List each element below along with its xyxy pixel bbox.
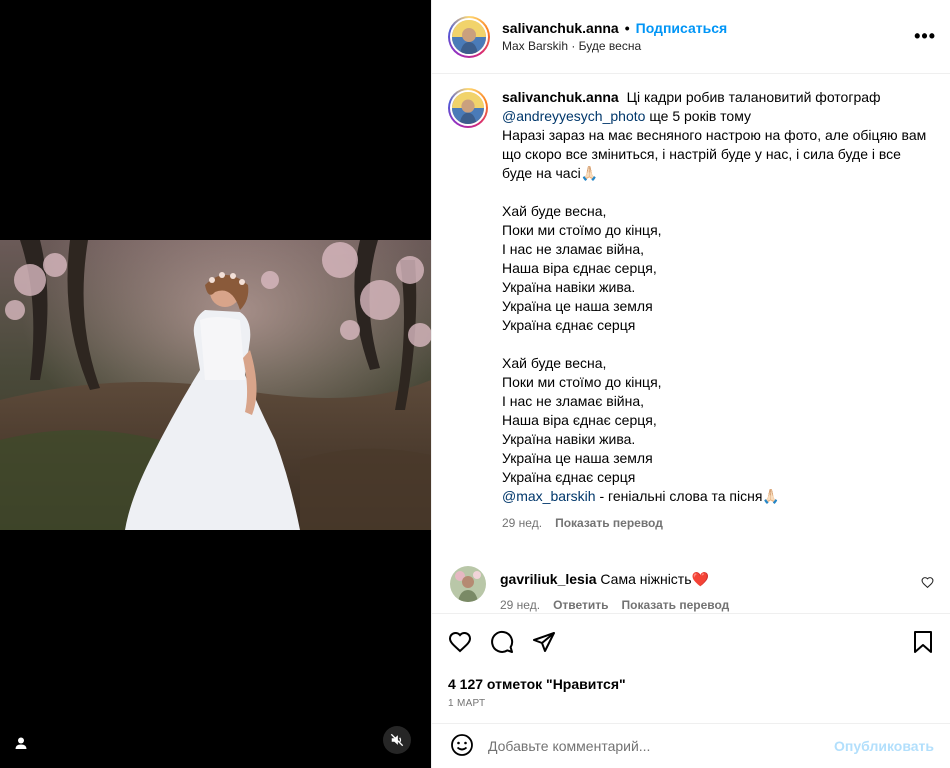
caption-paragraph: Наразі зараз на має весняного настрою на…	[502, 127, 927, 181]
more-options-button[interactable]: •••	[914, 26, 936, 47]
action-bar	[448, 626, 934, 660]
verse-line: Україна це наша земля	[502, 298, 653, 314]
caption-meta: 29 нед. Показать перевод	[502, 516, 930, 530]
verse-line: Україна єднає серця	[502, 317, 636, 333]
show-translation-button[interactable]: Показать перевод	[555, 516, 663, 530]
comment-button[interactable]	[490, 630, 514, 657]
author-avatar[interactable]	[448, 15, 490, 58]
commenter-username[interactable]: gavriliuk_lesia	[500, 571, 597, 587]
user-icon	[15, 737, 27, 749]
caption-intro: Ці кадри робив талановитий фотограф	[626, 89, 881, 105]
avatar-image	[452, 19, 486, 54]
comment-age[interactable]: 29 нед.	[500, 598, 540, 612]
verse-line: Хай буде весна,	[502, 203, 607, 219]
media-pane	[0, 0, 431, 768]
verse-line: Поки ми стоїмо до кінця,	[502, 222, 662, 238]
publish-button[interactable]: Опубликовать	[834, 738, 934, 754]
like-comment-button[interactable]	[921, 576, 934, 592]
caption-age[interactable]: 29 нед.	[502, 516, 542, 530]
wedding-photo-image	[0, 240, 431, 530]
avatar-image	[450, 566, 486, 602]
caption-username[interactable]: salivanchuk.anna	[502, 89, 619, 105]
verse-line: Україна навіки жива.	[502, 431, 636, 447]
save-button[interactable]	[912, 630, 934, 657]
likes-count[interactable]: 4 127 отметок "Нравится"	[448, 676, 934, 692]
post-details-panel: salivanchuk.anna • Подписаться Max Barsk…	[431, 0, 950, 768]
post-photo[interactable]	[0, 240, 431, 530]
follow-button[interactable]: Подписаться	[636, 20, 728, 36]
separator-dot: •	[624, 20, 630, 36]
speech-bubble-icon	[491, 630, 514, 653]
post-actions-section: 4 127 отметок "Нравится" 1 МАРТ	[432, 613, 950, 723]
mute-button[interactable]	[383, 726, 411, 754]
comment-item: gavriliuk_lesia Сама ніжність❤️ 29 нед. …	[448, 566, 934, 612]
heart-outline-icon	[921, 577, 934, 589]
reply-button[interactable]: Ответить	[553, 598, 608, 612]
verse-line: Поки ми стоїмо до кінця,	[502, 374, 662, 390]
comment-composer: Опубликовать	[432, 723, 950, 768]
caption-text: salivanchuk.anna Ці кадри робив таланови…	[502, 88, 930, 506]
like-button[interactable]	[448, 630, 472, 657]
share-button[interactable]	[532, 630, 556, 657]
verse-line: Україна єднає серця	[502, 469, 636, 485]
bookmark-icon	[914, 630, 932, 653]
heart-icon	[448, 631, 472, 652]
tagged-users-button[interactable]	[8, 730, 34, 756]
verse-line: Наша віра єднає серця,	[502, 260, 657, 276]
singer-mention-link[interactable]: @max_barskih	[502, 488, 596, 504]
muted-speaker-icon	[390, 733, 404, 747]
verse-line: Україна навіки жива.	[502, 279, 636, 295]
post-dialog: salivanchuk.anna • Подписаться Max Barsk…	[0, 0, 950, 768]
avatar-image	[452, 92, 484, 124]
comment-meta: 29 нед. Ответить Показать перевод	[500, 598, 729, 612]
comment-message: Сама ніжність❤️	[600, 571, 709, 587]
author-username[interactable]: salivanchuk.anna	[502, 20, 619, 36]
verse-line: Наша віра єднає серця,	[502, 412, 657, 428]
photographer-mention-link[interactable]: @andreyyesych_photo	[502, 108, 645, 124]
comment-translation-button[interactable]: Показать перевод	[622, 598, 730, 612]
caption-outro: - геніальні слова та пісня🙏🏻	[599, 488, 780, 504]
verse-line: Хай буде весна,	[502, 355, 607, 371]
post-date[interactable]: 1 МАРТ	[448, 698, 934, 709]
comments-section: salivanchuk.anna Ці кадри робив таланови…	[432, 74, 950, 613]
comment-text: gavriliuk_lesia Сама ніжність❤️	[500, 566, 729, 588]
paper-plane-icon	[533, 631, 555, 652]
caption-intro-tail: ще 5 років тому	[649, 108, 751, 124]
caption: salivanchuk.anna Ці кадри робив таланови…	[448, 88, 934, 530]
emoji-button[interactable]	[450, 733, 474, 760]
verse-line: І нас не зламає війна,	[502, 393, 645, 409]
commenter-avatar[interactable]	[450, 566, 486, 602]
verse-line: І нас не зламає війна,	[502, 241, 645, 257]
caption-avatar[interactable]	[448, 88, 488, 128]
smiley-icon	[451, 733, 473, 756]
post-header: salivanchuk.anna • Подписаться Max Barsk…	[432, 0, 950, 74]
verse-line: Україна це наша земля	[502, 450, 653, 466]
comment-input[interactable]	[488, 738, 821, 754]
audio-track-link[interactable]: Max Barskih · Буде весна	[502, 39, 727, 53]
